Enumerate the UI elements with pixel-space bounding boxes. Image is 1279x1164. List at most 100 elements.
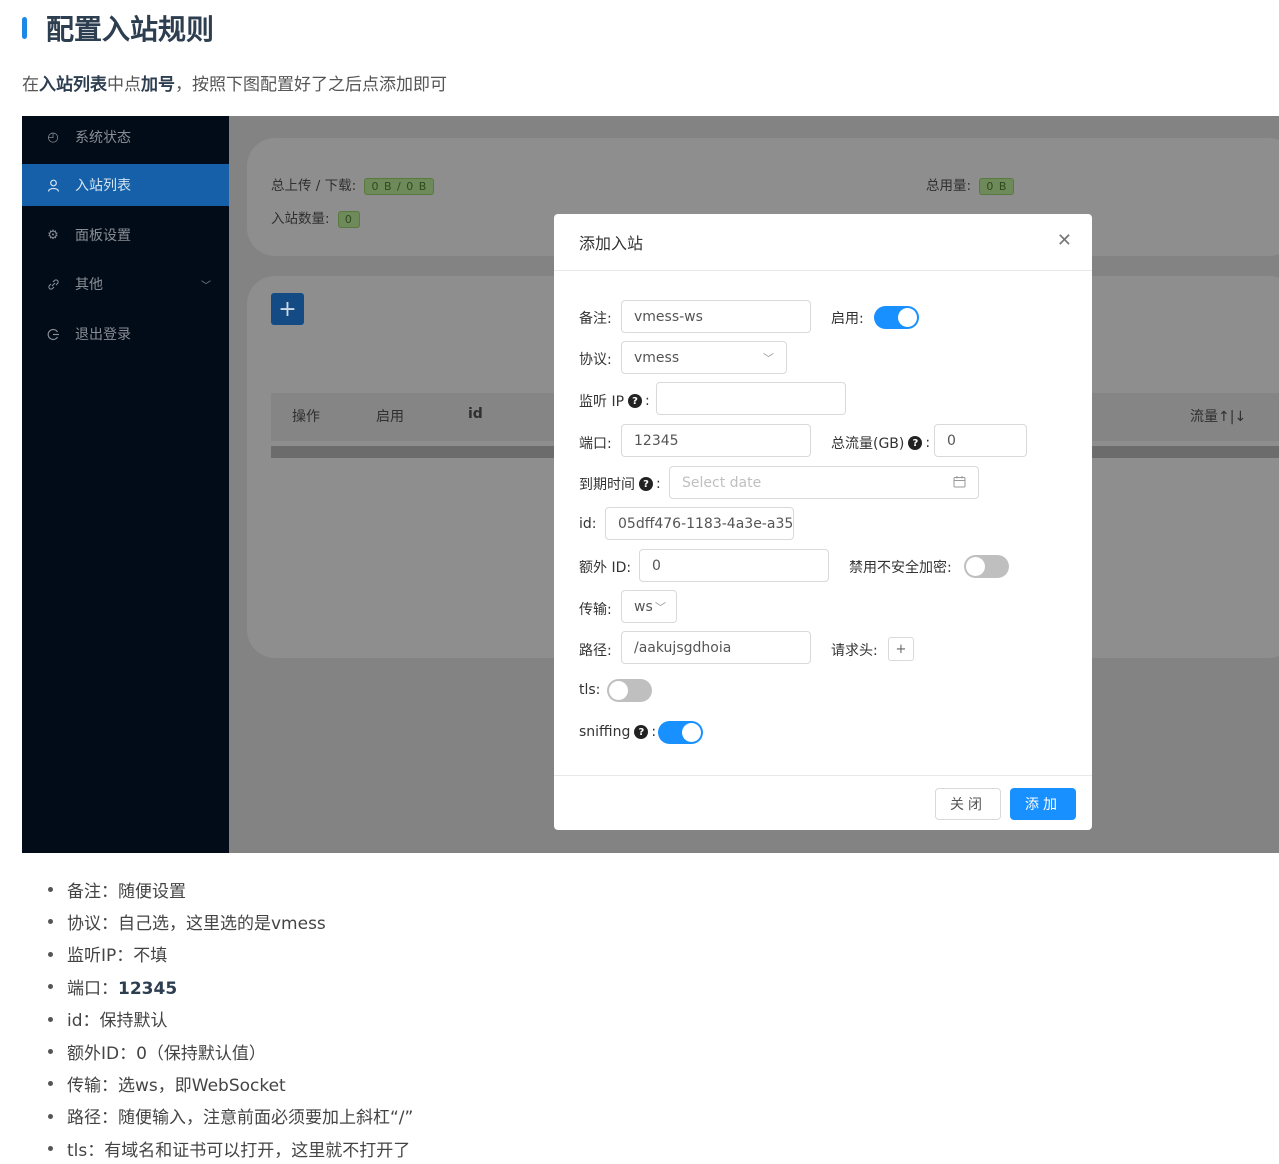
question-icon[interactable]: ? bbox=[634, 725, 649, 739]
listen-label-text: 监听 IP bbox=[579, 394, 625, 410]
id-input[interactable]: 05dff476-1183-4a3e-a35e bbox=[605, 507, 794, 540]
list-item: 端口：12345 bbox=[48, 970, 413, 1002]
sidebar-item-inbounds[interactable]: 入站列表 bbox=[22, 164, 229, 206]
heading-accent-bar bbox=[22, 17, 27, 39]
chevron-down-icon: ﹀ bbox=[763, 351, 774, 365]
network-value: ws bbox=[634, 598, 653, 615]
modal-footer: 关闭 添加 bbox=[554, 775, 1092, 830]
protocol-select[interactable]: vmess ﹀ bbox=[621, 341, 787, 374]
stat-count: 入站数量: 0 bbox=[271, 207, 360, 228]
label-colon: : bbox=[651, 724, 657, 740]
expiry-placeholder: Select date bbox=[682, 474, 762, 491]
note-text: 传输：选ws，即WebSocket bbox=[67, 1076, 286, 1097]
id-label: id: bbox=[579, 516, 597, 532]
question-icon[interactable]: ? bbox=[628, 394, 643, 408]
port-input[interactable]: 12345 bbox=[621, 424, 811, 457]
sniffing-label: sniffing?: bbox=[579, 724, 656, 740]
protocol-value: vmess bbox=[634, 349, 680, 366]
note-text: 协议：自己选，这里选的是vmess bbox=[67, 914, 326, 935]
list-item: 路径：随便输入，注意前面必须要加上斜杠“/” bbox=[48, 1100, 413, 1132]
header-label: 请求头: bbox=[831, 643, 878, 659]
intro-paragraph: 在入站列表中点加号，按照下图配置好了之后点添加即可 bbox=[22, 70, 447, 95]
tls-label: tls: bbox=[579, 682, 601, 698]
page-title: 配置入站规则 bbox=[46, 13, 215, 46]
path-input[interactable]: /aakujsgdhoia bbox=[621, 631, 811, 664]
add-button[interactable]: 添加 bbox=[1010, 788, 1076, 820]
expiry-label: 到期时间?: bbox=[579, 474, 661, 494]
list-item: 额外ID：0（保持默认值） bbox=[48, 1035, 413, 1067]
note-text: 备注：随便设置 bbox=[67, 881, 186, 902]
port-label: 端口: bbox=[579, 436, 612, 452]
user-icon bbox=[46, 178, 60, 192]
stat-upload-label: 总上传 / 下载: bbox=[271, 178, 357, 194]
sidebar-item-status[interactable]: ◴ 系统状态 bbox=[22, 116, 229, 158]
stat-usage-label: 总用量: bbox=[926, 178, 972, 194]
protocol-label: 协议: bbox=[579, 352, 612, 368]
label-colon: : bbox=[645, 393, 650, 409]
close-icon[interactable]: ✕ bbox=[1057, 230, 1072, 251]
bullet bbox=[48, 1016, 53, 1022]
label-colon: : bbox=[656, 476, 661, 492]
bullet bbox=[48, 887, 53, 892]
switch-knob bbox=[609, 681, 628, 700]
gear-icon: ⚙ bbox=[47, 227, 59, 243]
close-button[interactable]: 关闭 bbox=[935, 788, 1001, 820]
add-header-button[interactable]: + bbox=[888, 637, 914, 661]
panel-screenshot: ◴ 系统状态 入站列表 ⚙ 面板设置 其他 ﹀ 退出登录 总上传 / 下载: 0… bbox=[22, 116, 1279, 853]
sidebar-item-label: 退出登录 bbox=[75, 327, 131, 343]
listen-ip-input[interactable] bbox=[656, 382, 846, 415]
insecure-label: 禁用不安全加密: bbox=[849, 560, 952, 576]
sniffing-switch[interactable] bbox=[658, 721, 703, 744]
sidebar-item-label: 面板设置 bbox=[75, 228, 131, 244]
sidebar-item-label: 系统状态 bbox=[75, 130, 131, 146]
sidebar-item-other[interactable]: 其他 ﹀ bbox=[22, 263, 229, 305]
stat-usage: 总用量: 0 B bbox=[926, 174, 1015, 195]
sidebar-item-logout[interactable]: 退出登录 bbox=[22, 313, 229, 355]
chevron-down-icon: ﹀ bbox=[655, 600, 666, 614]
th-action: 操作 bbox=[292, 409, 320, 425]
network-label: 传输: bbox=[579, 602, 612, 618]
enable-switch[interactable] bbox=[874, 306, 919, 329]
stat-upload: 总上传 / 下载: 0 B / 0 B bbox=[271, 174, 435, 195]
note-prefix: 端口： bbox=[67, 978, 118, 999]
th-enable: 启用 bbox=[376, 409, 404, 425]
bullet bbox=[48, 984, 53, 990]
bullet bbox=[48, 951, 53, 957]
link-icon bbox=[46, 277, 60, 291]
sidebar: ◴ 系统状态 入站列表 ⚙ 面板设置 其他 ﹀ 退出登录 bbox=[22, 116, 229, 853]
stat-upload-value: 0 B / 0 B bbox=[364, 178, 435, 195]
note-text: 监听IP：不填 bbox=[67, 946, 168, 967]
path-label: 路径: bbox=[579, 643, 612, 659]
chevron-down-icon: ﹀ bbox=[201, 280, 211, 292]
alter-id-input[interactable]: 0 bbox=[639, 549, 829, 582]
total-traffic-input[interactable]: 0 bbox=[934, 424, 1027, 457]
sidebar-item-settings[interactable]: ⚙ 面板设置 bbox=[22, 214, 229, 256]
bullet bbox=[48, 1048, 53, 1054]
note-text: tls：有域名和证书可以打开，这里就不打开了 bbox=[67, 1140, 411, 1161]
network-select[interactable]: ws ﹀ bbox=[621, 590, 677, 623]
note-text: 路径：随便输入，注意前面必须要加上斜杠“/” bbox=[67, 1108, 414, 1129]
list-item: tls：有域名和证书可以打开，这里就不打开了 bbox=[48, 1132, 413, 1164]
bullet bbox=[48, 919, 53, 925]
list-item: 传输：选ws，即WebSocket bbox=[48, 1067, 413, 1099]
question-icon[interactable]: ? bbox=[639, 477, 653, 491]
expiry-date-picker[interactable]: Select date bbox=[669, 466, 979, 499]
switch-knob bbox=[682, 723, 701, 742]
add-inbound-button[interactable]: + bbox=[271, 293, 304, 325]
th-id: id bbox=[468, 406, 483, 422]
alter-id-label: 额外 ID: bbox=[579, 560, 632, 576]
label-colon: : bbox=[925, 435, 931, 451]
intro-text: 中点 bbox=[107, 75, 141, 95]
remark-input[interactable]: vmess-ws bbox=[621, 300, 811, 333]
tls-switch[interactable] bbox=[607, 679, 652, 702]
bullet bbox=[48, 1113, 53, 1119]
question-icon[interactable]: ? bbox=[908, 436, 923, 450]
stat-count-label: 入站数量: bbox=[271, 211, 330, 227]
enable-label: 启用: bbox=[831, 311, 864, 327]
listen-label: 监听 IP?: bbox=[579, 391, 650, 411]
insecure-switch[interactable] bbox=[964, 555, 1009, 578]
th-traffic: 流量↑|↓ bbox=[1190, 409, 1247, 425]
sidebar-item-label: 其他 bbox=[75, 277, 103, 293]
note-text: id：保持默认 bbox=[67, 1011, 168, 1032]
notes-list: 备注：随便设置 协议：自己选，这里选的是vmess 监听IP：不填 端口：123… bbox=[48, 873, 413, 1164]
